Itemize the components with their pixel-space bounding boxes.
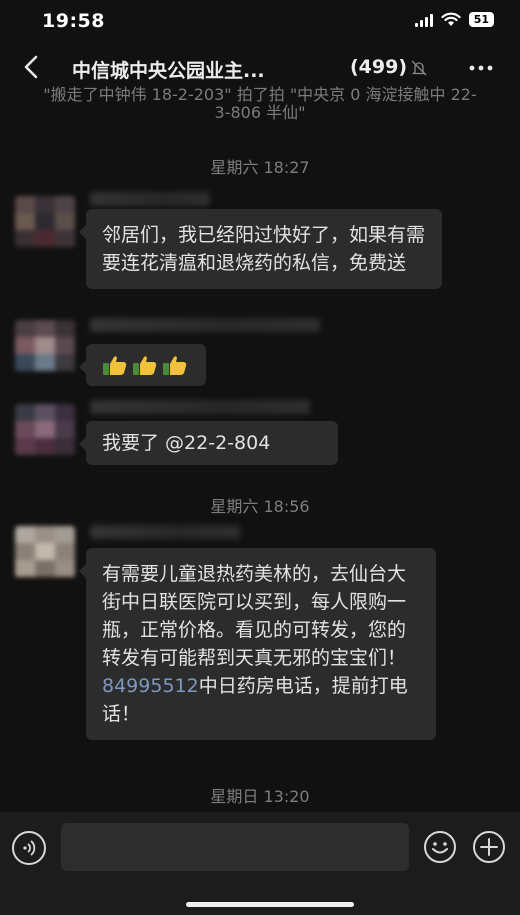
thumbs-up-icon — [103, 356, 127, 375]
sender-nickname — [90, 525, 240, 539]
status-time: 19:58 — [42, 10, 105, 32]
timestamp: 星期日 13:20 — [210, 787, 310, 806]
sender-nickname — [90, 192, 210, 206]
member-count: (499) — [350, 56, 408, 78]
thumbs-up-icon — [133, 356, 157, 375]
timestamp: 星期六 18:27 — [210, 158, 310, 177]
chat-title[interactable]: 中信城中央公园业主... — [72, 56, 265, 83]
sender-nickname — [90, 318, 320, 332]
more-dots-icon[interactable] — [466, 56, 496, 80]
thumbs-up-icon — [163, 356, 187, 375]
chat-header: 中信城中央公园业主... (499) — [0, 46, 520, 90]
emoji-row — [102, 354, 190, 376]
plus-icon[interactable] — [472, 830, 506, 864]
emoji-icon[interactable] — [423, 830, 457, 864]
status-icons: 51 — [414, 12, 494, 27]
avatar[interactable] — [15, 404, 75, 456]
battery-indicator: 51 — [468, 12, 494, 27]
message-input[interactable] — [61, 823, 409, 871]
back-chevron-icon[interactable] — [18, 52, 48, 82]
home-indicator[interactable] — [186, 902, 354, 907]
input-bar — [0, 812, 520, 915]
voice-icon — [23, 840, 36, 856]
avatar[interactable] — [15, 320, 75, 372]
system-pat-note: "搬走了中钟伟 18-2-203" 拍了拍 "中央京 0 海淀接触中 22-3-… — [43, 85, 477, 122]
message-bubble[interactable]: 有需要儿童退热药美林的，去仙台大街中日联医院可以买到，每人限购一瓶，正常价格。看… — [79, 548, 436, 740]
timestamp: 星期六 18:56 — [210, 497, 310, 516]
voice-button[interactable] — [12, 831, 46, 865]
avatar[interactable] — [15, 196, 75, 248]
sender-nickname — [90, 400, 310, 414]
message-bubble[interactable]: 我要了 @22-2-804 — [79, 421, 338, 465]
wifi-icon — [441, 12, 461, 26]
cellular-signal-icon — [414, 13, 433, 27]
emoji-message-bubble[interactable] — [79, 344, 206, 386]
message-text: 有需要儿童退热药美林的，去仙台大街中日联医院可以买到，每人限购一瓶，正常价格。看… — [102, 563, 407, 669]
status-bar: 19:58 51 — [0, 0, 520, 46]
message-bubble[interactable]: 邻居们，我已经阳过快好了，如果有需要连花清瘟和退烧药的私信，免费送 — [79, 209, 442, 289]
avatar[interactable] — [15, 526, 75, 578]
phone-number-link[interactable]: 84995512 — [102, 675, 199, 697]
mute-bell-icon — [411, 60, 427, 76]
